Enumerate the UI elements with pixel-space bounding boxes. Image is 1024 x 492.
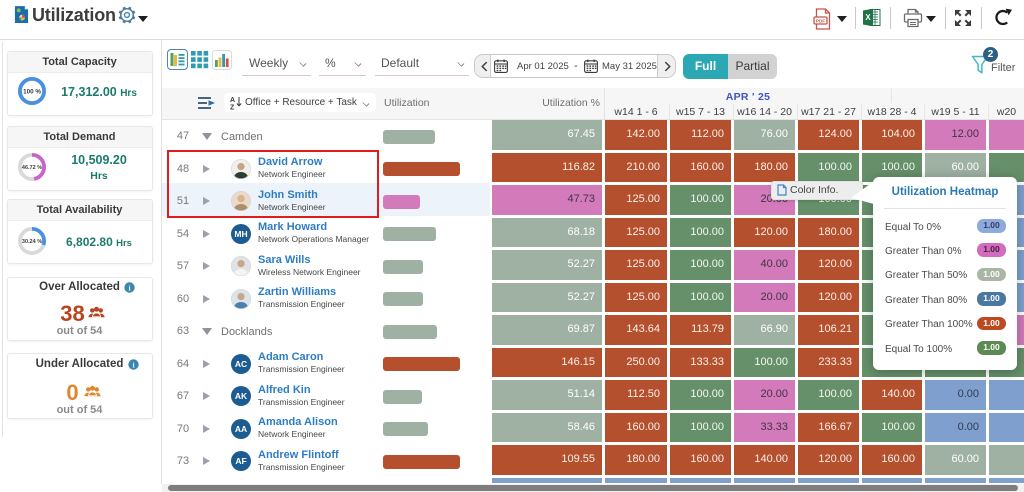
svg-text:46.72 %: 46.72 % bbox=[22, 165, 42, 171]
svg-text:i: i bbox=[128, 283, 130, 292]
svg-text:PDF: PDF bbox=[816, 19, 825, 24]
svg-text:A: A bbox=[230, 97, 235, 104]
svg-text:30.24 %: 30.24 % bbox=[22, 239, 42, 245]
svg-text:i: i bbox=[132, 360, 134, 369]
svg-text:100 %: 100 % bbox=[23, 88, 41, 95]
svg-text:Z: Z bbox=[230, 105, 235, 111]
svg-text:X: X bbox=[865, 13, 871, 22]
